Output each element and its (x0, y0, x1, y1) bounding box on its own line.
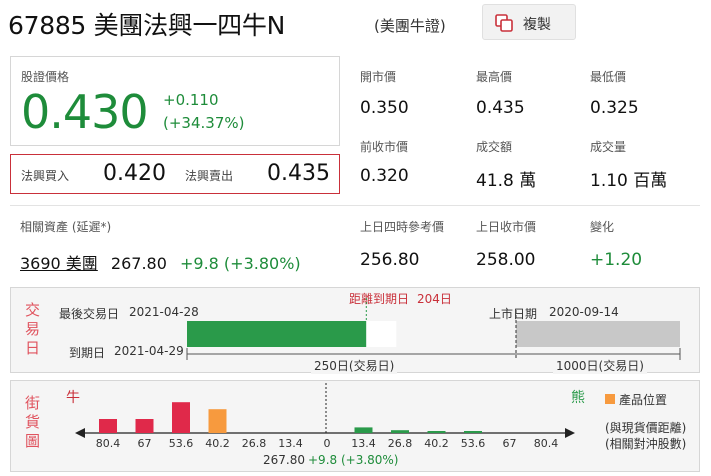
street-bar (354, 427, 373, 433)
copy-button[interactable]: 複製 (482, 4, 576, 40)
page-subtitle: (美團牛證) (374, 17, 446, 35)
price-change: +0.110 (163, 91, 219, 109)
stat-value: 0.320 (360, 166, 409, 186)
header: 67885 美團法興一四牛N (美團牛證) 複製 (6, 4, 706, 42)
bid-label: 法興買入 (21, 169, 70, 183)
price-change-percent: (+34.37%) (163, 114, 245, 132)
street-bar (427, 431, 446, 433)
page-title: 67885 美團法興一四牛N (8, 11, 285, 40)
timeline-panel: 交易日 最後交易日 2021-04-28 到期日 2021-04-29 距離到期… (10, 287, 700, 374)
stat-value: 0.350 (360, 98, 409, 118)
stat-label: 變化 (590, 220, 615, 234)
elapsed-bar (366, 321, 397, 347)
price-label: 股證價格 (21, 70, 70, 84)
stat-value: 258.00 (476, 250, 536, 270)
street-bar (99, 419, 117, 433)
axis-tick-label: 13.4 (351, 437, 376, 450)
axis-right-arrow (565, 428, 575, 438)
stat-label: 成交額 (476, 140, 513, 154)
street-bar (208, 409, 227, 433)
street-bar (135, 419, 154, 433)
stat-label: 前收市價 (360, 140, 409, 154)
remaining-bar (187, 321, 367, 347)
street-bar (172, 402, 190, 433)
axis-tick-label: 80.4 (95, 437, 121, 450)
street-bar (464, 431, 482, 433)
stat-value: 0.435 (476, 98, 525, 118)
axis-tick-label: 0 (323, 437, 331, 450)
stat-label: 上日收市價 (476, 220, 537, 234)
axis-tick-label: 13.4 (278, 437, 303, 450)
stat-value: 0.325 (590, 98, 639, 118)
stat-value: +1.20 (590, 250, 643, 270)
spot-change: +9.8 (+3.80%) (308, 453, 399, 467)
related-asset-price: 267.80 (110, 254, 167, 273)
axis-tick-label: 40.2 (424, 437, 449, 450)
stat-value: 1.10 百萬 (590, 171, 668, 191)
span-250-label: 250日(交易日) (311, 357, 398, 374)
related-asset-link[interactable]: 3690 美團 (20, 254, 98, 273)
axis-tick-label: 67 (502, 437, 517, 450)
bid-value: 0.420 (103, 161, 166, 186)
spot-price: 267.80 (263, 453, 305, 467)
axis-tick-label: 53.6 (168, 437, 194, 450)
axis-left-arrow (75, 428, 85, 438)
stat-label: 開市價 (360, 70, 397, 84)
bid-ask-panel: 法興買入 0.420 法興賣出 0.435 (10, 154, 340, 194)
copy-icon (495, 14, 513, 32)
related-asset-change: +9.8 (+3.80%) (179, 254, 301, 273)
copy-button-label: 複製 (523, 17, 551, 33)
ask-value: 0.435 (267, 161, 330, 186)
pre-listing-bar (516, 321, 680, 347)
price-value: 0.430 (21, 85, 149, 139)
axis-tick-label: 26.8 (241, 437, 267, 450)
related-asset-row: 3690 美團 267.80 +9.8 (+3.80%) (20, 250, 301, 274)
axis-tick-label: 53.6 (460, 437, 486, 450)
related-asset-label: 相關資產 (延遲*) (20, 220, 112, 234)
axis-tick-label: 26.8 (387, 437, 413, 450)
axis-tick-label: 80.4 (533, 437, 559, 450)
stat-value: 41.8 萬 (476, 171, 537, 191)
axis-tick-label: 40.2 (205, 437, 230, 450)
stat-value: 256.80 (360, 250, 420, 270)
axis-tick-label: 67 (137, 437, 152, 450)
span-1000-label: 1000日(交易日) (553, 357, 647, 374)
price-panel: 股證價格 0.430 +0.110 (+34.37%) (10, 56, 340, 146)
stat-label: 最低價 (590, 70, 627, 84)
stat-label: 最高價 (476, 70, 513, 84)
stat-label: 成交量 (590, 140, 627, 154)
street-bar (391, 430, 409, 433)
street-panel: 街貨圖 牛 熊 產品位置 (與現貨價距離) (相關對沖股數) 80.4 67 53.… (10, 380, 700, 472)
stat-label: 上日四時參考價 (360, 220, 445, 234)
ask-label: 法興賣出 (185, 169, 234, 183)
divider (10, 205, 700, 206)
